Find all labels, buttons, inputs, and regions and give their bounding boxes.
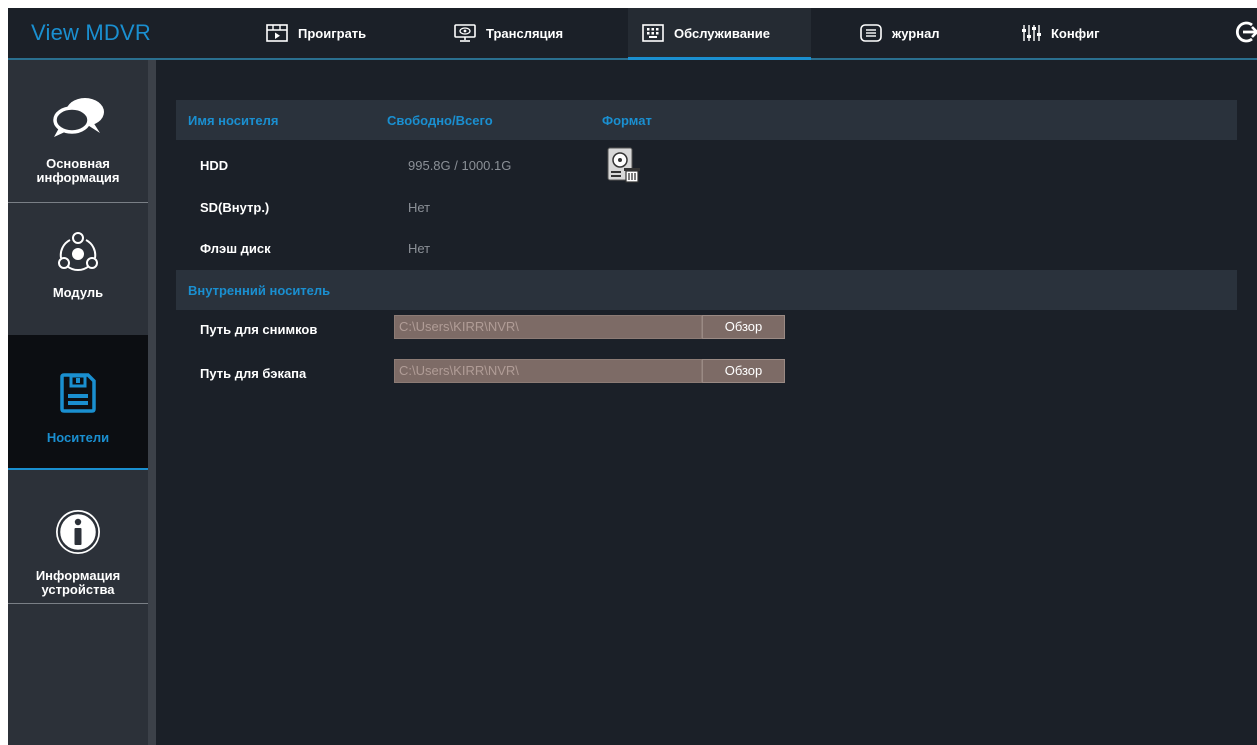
storage-name-flash: Флэш диск xyxy=(200,241,271,256)
storage-table-header: Имя носителя Свободно/Всего Формат xyxy=(176,100,1237,140)
nav-tab-log[interactable]: журнал xyxy=(860,8,940,58)
monitor-icon xyxy=(454,24,476,42)
sidebar-item-module[interactable]: Модуль xyxy=(8,230,148,330)
column-header-free-total: Свободно/Всего xyxy=(387,113,493,128)
storage-value-flash: Нет xyxy=(408,241,431,256)
sidebar-divider xyxy=(8,202,148,203)
nav-tab-label: Конфиг xyxy=(1051,25,1100,41)
sidebar-edge xyxy=(148,60,156,745)
nav-tab-live[interactable]: Трансляция xyxy=(454,8,563,58)
internal-storage-header: Внутренний носитель xyxy=(176,270,1237,310)
app-window: View MDVR Проиграть Трансляция Обслужива… xyxy=(8,8,1257,745)
sidebar-item-label: Информация xyxy=(35,568,121,583)
log-list-icon xyxy=(860,24,882,42)
storage-value-sd: Нет xyxy=(408,200,431,215)
column-header-format: Формат xyxy=(602,113,652,128)
floppy-disk-icon xyxy=(60,373,96,413)
nav-tab-label: журнал xyxy=(892,25,940,41)
logout-icon[interactable] xyxy=(1233,18,1257,46)
storage-value-hdd: 995.8G / 1000.1G xyxy=(408,158,512,173)
sliders-icon xyxy=(1022,25,1041,41)
sidebar-item-label: информация xyxy=(36,170,120,185)
section-title: Внутренний носитель xyxy=(188,283,331,298)
sidebar-item-storage[interactable]: Носители xyxy=(8,335,148,470)
nav-tab-config[interactable]: Конфиг xyxy=(1021,8,1100,58)
backup-browse-button[interactable]: Обзор xyxy=(702,359,785,383)
module-nodes-icon xyxy=(58,232,98,271)
play-film-icon xyxy=(266,24,288,42)
snapshot-path-field[interactable]: C:\Users\KIRR\NVR\ xyxy=(394,315,702,339)
storage-name-hdd: HDD xyxy=(200,158,229,173)
storage-panel: Имя носителя Свободно/Всего Формат HDD 9… xyxy=(156,60,1257,745)
nav-tab-label: Проиграть xyxy=(298,25,367,41)
maintenance-grid-icon xyxy=(642,24,664,42)
sidebar-item-label: Модуль xyxy=(52,285,104,300)
sidebar-item-label: Носители xyxy=(46,430,110,445)
backup-path-label: Путь для бэкапа xyxy=(200,366,307,381)
info-icon xyxy=(56,510,100,554)
top-navigation-bar: View MDVR Проиграть Трансляция Обслужива… xyxy=(8,8,1257,60)
sidebar-item-label: устройства xyxy=(41,582,115,597)
chat-bubbles-icon xyxy=(53,98,104,137)
sidebar: Основная информация Модуль Носители Инфо… xyxy=(8,60,148,745)
sidebar-divider xyxy=(8,603,148,604)
backup-path-field[interactable]: C:\Users\KIRR\NVR\ xyxy=(394,359,702,383)
nav-tab-label: Трансляция xyxy=(486,25,564,41)
nav-tab-maintenance[interactable]: Обслуживание xyxy=(628,8,811,60)
sidebar-item-label: Основная xyxy=(46,156,110,171)
column-header-name: Имя носителя xyxy=(188,113,279,128)
snapshot-path-label: Путь для снимков xyxy=(200,322,318,337)
disk-format-icon[interactable] xyxy=(607,147,641,183)
app-logo: View MDVR xyxy=(31,20,151,45)
sidebar-item-device-info[interactable]: Информация устройства xyxy=(8,508,148,608)
storage-name-sd: SD(Внутр.) xyxy=(200,200,270,215)
nav-tab-label: Обслуживание xyxy=(674,25,771,41)
sidebar-item-basic-info[interactable]: Основная информация xyxy=(8,95,148,195)
nav-tab-playback[interactable]: Проиграть xyxy=(266,8,366,58)
snapshot-browse-button[interactable]: Обзор xyxy=(702,315,785,339)
